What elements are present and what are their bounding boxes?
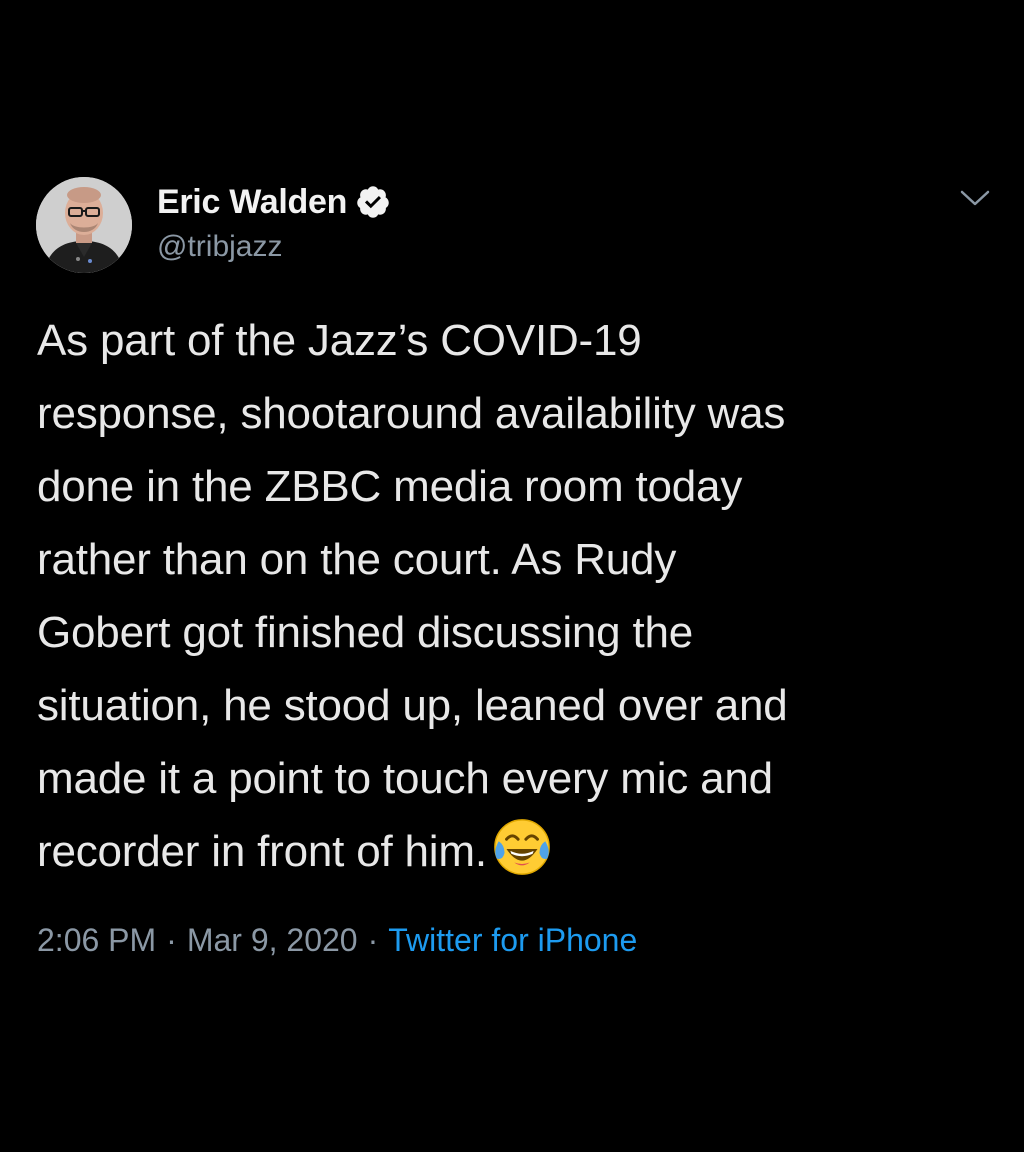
- tweet-text-line: recorder in front of him.: [37, 827, 487, 876]
- tweet-text-line: response, shootaround availability was: [37, 389, 786, 438]
- tweet-time[interactable]: 2:06 PM: [37, 922, 156, 958]
- face-with-tears-of-joy-icon: [491, 816, 553, 878]
- separator-dot: ·: [367, 922, 379, 958]
- tweet-text-line: Gobert got finished discussing the: [37, 608, 694, 657]
- author-handle[interactable]: @tribjazz: [157, 230, 282, 264]
- tweet-source-link[interactable]: Twitter for iPhone: [388, 922, 637, 958]
- separator-dot: ·: [166, 922, 177, 958]
- tweet-metadata: 2:06 PM · Mar 9, 2020 · Twitter for iPhone: [37, 922, 637, 959]
- author-name-row[interactable]: Eric Walden: [157, 180, 391, 224]
- tweet: Eric Walden @tribjazz As part of the Jaz…: [0, 0, 1024, 1152]
- tweet-text-line: rather than on the court. As Rudy: [37, 535, 677, 584]
- tweet-text: As part of the Jazz’s COVID-19 response,…: [37, 304, 997, 888]
- avatar[interactable]: [36, 177, 132, 273]
- tweet-text-line: situation, he stood up, leaned over and: [37, 681, 788, 730]
- tweet-text-line: As part of the Jazz’s COVID-19: [37, 316, 642, 365]
- author-display-name[interactable]: Eric Walden: [157, 183, 347, 222]
- chevron-down-icon[interactable]: [958, 184, 992, 212]
- tweet-text-last-line: recorder in front of him.: [37, 815, 997, 888]
- tweet-text-line: made it a point to touch every mic and: [37, 754, 773, 803]
- tweet-text-line: done in the ZBBC media room today: [37, 462, 743, 511]
- avatar-photo: [36, 177, 132, 273]
- verified-badge-icon: [355, 184, 391, 220]
- tweet-date[interactable]: Mar 9, 2020: [187, 922, 358, 958]
